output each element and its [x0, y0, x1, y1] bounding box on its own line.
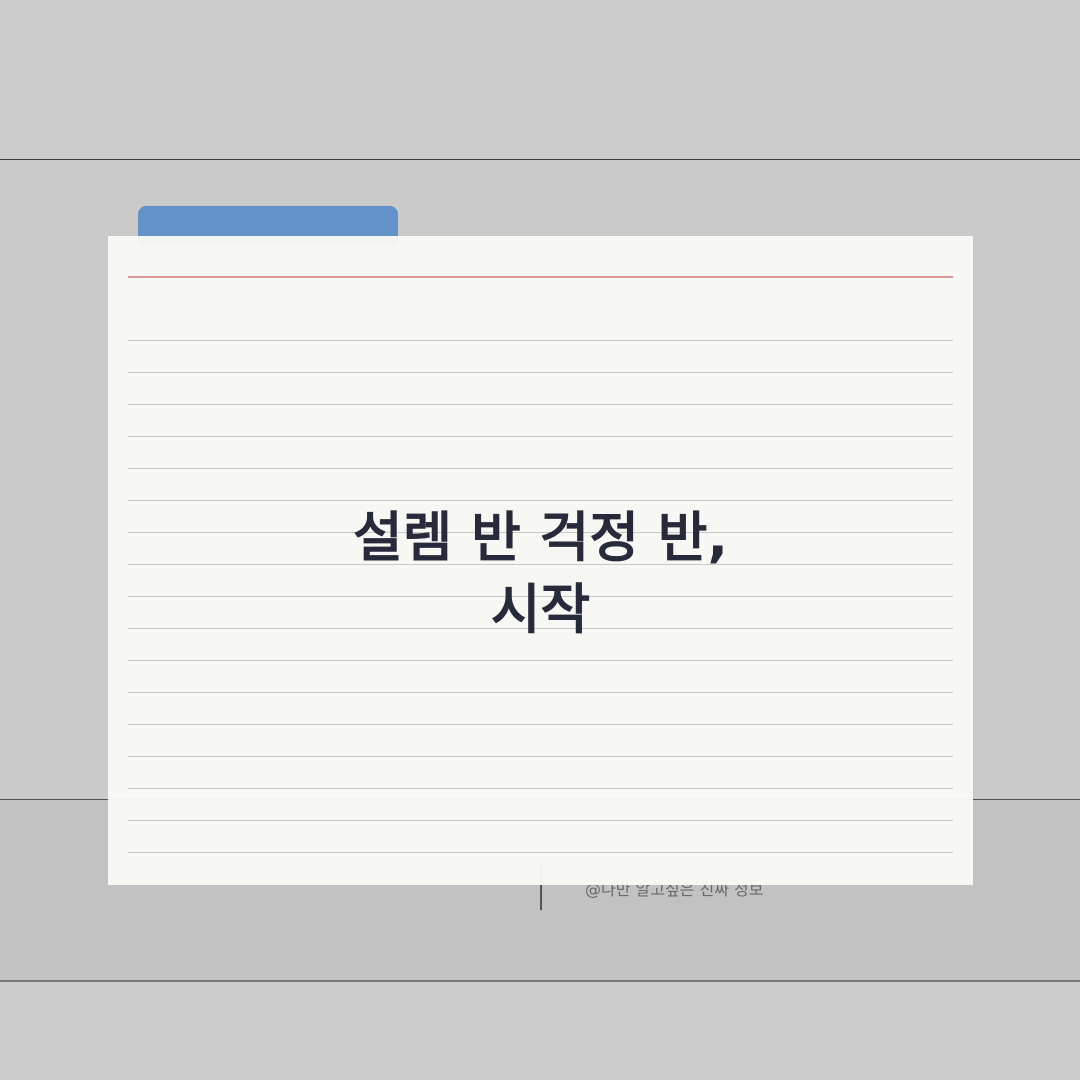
- ruled-line: [128, 660, 953, 661]
- card-title-line-1: 설렘 반 걱정 반,: [353, 506, 728, 569]
- card-margin-line: [128, 276, 953, 278]
- ruled-line: [128, 788, 953, 789]
- ruled-line: [128, 436, 953, 437]
- ruled-line: [128, 692, 953, 693]
- canvas: @나만 알고싶은 진짜 정보 설렘 반 걱정 반, 시작: [0, 0, 1080, 1080]
- ruled-line: [128, 404, 953, 405]
- ruled-line: [128, 820, 953, 821]
- ruled-line: [128, 372, 953, 373]
- ruled-line: [128, 756, 953, 757]
- ruled-line: [128, 724, 953, 725]
- ruled-line: [128, 500, 953, 501]
- footer-bottom-line: [0, 980, 1080, 982]
- note-card: 설렘 반 걱정 반, 시작: [108, 236, 973, 885]
- ruled-line: [128, 468, 953, 469]
- ruled-line: [128, 340, 953, 341]
- card-title: 설렘 반 걱정 반, 시작: [108, 502, 973, 646]
- ruled-line: [128, 852, 953, 853]
- card-title-line-2: 시작: [490, 578, 591, 641]
